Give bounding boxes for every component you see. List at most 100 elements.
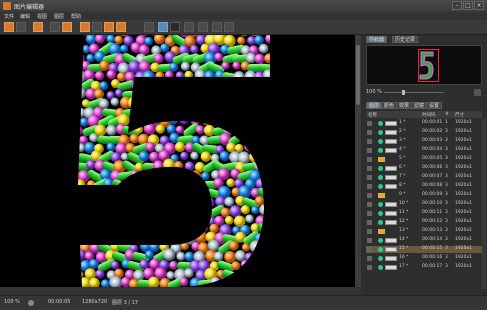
layer-row[interactable]: 8 * 00:00:08 3 1920x1 (366, 183, 482, 190)
zoom-slider[interactable] (384, 92, 444, 93)
visibility-checkbox[interactable] (367, 148, 372, 153)
brush-icon[interactable] (144, 22, 154, 32)
layer-count: 3 (445, 255, 448, 260)
candy-ball (94, 71, 105, 81)
layer-count: 3 (445, 174, 448, 179)
layer-count: 3 (445, 210, 448, 215)
tab-effects[interactable]: 效果 (396, 102, 413, 109)
visibility-checkbox[interactable] (367, 193, 372, 198)
visibility-checkbox[interactable] (367, 265, 372, 270)
window-title: 图片编辑器 (14, 4, 45, 11)
layer-folder-row[interactable]: 5 * 00:00:05 3 1920x1 (366, 156, 482, 163)
new-icon[interactable] (4, 22, 14, 32)
layer-row[interactable]: 6 * 00:00:06 3 1920x1 (366, 165, 482, 172)
fit-view-icon[interactable] (474, 89, 481, 96)
maximize-button[interactable]: □ (463, 1, 473, 10)
candy-number-five-image (0, 35, 355, 287)
visibility-checkbox[interactable] (367, 184, 372, 189)
grid-icon[interactable] (92, 22, 102, 32)
image-canvas[interactable] (0, 35, 355, 287)
layer-row[interactable]: 16 * 00:00:16 3 1920x1 (366, 255, 482, 262)
layer-thumbnail (385, 184, 397, 189)
navigator-preview[interactable] (366, 45, 482, 85)
zoom-value: 100 % (366, 89, 382, 95)
layer-row[interactable]: 3 * 00:00:03 3 1920x1 (366, 138, 482, 145)
layer-row[interactable]: 10 * 00:00:10 3 1920x1 (366, 201, 482, 208)
layer-count: 3 (445, 129, 448, 134)
layers-icon[interactable] (104, 22, 114, 32)
visibility-checkbox[interactable] (367, 211, 372, 216)
candy-ball (166, 124, 176, 134)
candy-ball (99, 81, 109, 91)
layer-list-header: 名称 时间码 # 尺寸 (366, 111, 482, 118)
layer-folder-row[interactable]: 9 * 00:00:09 3 1920x1 (366, 192, 482, 199)
open-icon[interactable] (16, 22, 26, 32)
redo-icon[interactable] (224, 22, 234, 32)
crop-icon[interactable] (50, 22, 60, 32)
visibility-checkbox[interactable] (367, 238, 372, 243)
col-count: # (445, 112, 449, 117)
tab-layers[interactable]: 图层 (366, 102, 383, 109)
save-icon[interactable] (33, 22, 43, 32)
scrollbar-thumb[interactable] (356, 45, 360, 105)
canvas-horizontal-scrollbar[interactable] (0, 287, 361, 295)
layer-row[interactable]: 4 * 00:00:04 3 1920x1 (366, 147, 482, 154)
layer-folder-row[interactable]: 13 * 00:00:13 3 1920x1 (366, 228, 482, 235)
minimize-button[interactable]: – (452, 1, 462, 10)
candy-ball (221, 61, 230, 70)
select-icon[interactable] (184, 22, 194, 32)
layer-time: 00:00:17 (422, 264, 443, 269)
menu-layer[interactable]: 图层 (54, 13, 64, 20)
tab-navigator[interactable]: 导航器 (366, 36, 388, 43)
menu-edit[interactable]: 编辑 (20, 13, 30, 20)
visibility-checkbox[interactable] (367, 256, 372, 261)
undo-icon[interactable] (212, 22, 222, 32)
tab-colors[interactable]: 颜色 (381, 102, 398, 109)
layer-time: 00:00:01 (422, 120, 443, 125)
menu-view[interactable]: 视图 (37, 13, 47, 20)
visibility-checkbox[interactable] (367, 139, 372, 144)
tab-settings[interactable]: 设置 (426, 102, 443, 109)
rotate-icon[interactable] (62, 22, 72, 32)
menu-file[interactable]: 文件 (4, 13, 14, 20)
visibility-checkbox[interactable] (367, 166, 372, 171)
visibility-checkbox[interactable] (367, 202, 372, 207)
candy-ball (106, 142, 116, 152)
visibility-checkbox[interactable] (367, 157, 372, 162)
visibility-checkbox[interactable] (367, 121, 372, 126)
layer-row[interactable]: 15 * 00:00:15 3 1920x1 (366, 246, 482, 253)
layer-row[interactable]: 17 * 00:00:17 3 1920x1 (366, 264, 482, 271)
candy-ball (160, 43, 170, 53)
visibility-checkbox[interactable] (367, 130, 372, 135)
layer-row[interactable]: 11 * 00:00:11 3 1920x1 (366, 210, 482, 217)
layer-time: 00:00:11 (422, 210, 443, 215)
status-bar: 100 % 00:00:05 1280x720 图层 3 / 17 (0, 295, 487, 310)
tab-history[interactable]: 历史记录 (392, 36, 419, 43)
candy-ball (86, 53, 95, 63)
layer-name: 15 * (399, 246, 409, 251)
close-button[interactable]: × (474, 1, 484, 10)
text-icon[interactable] (170, 22, 180, 32)
zoom-slider-handle[interactable] (402, 90, 405, 95)
visibility-checkbox[interactable] (367, 247, 372, 252)
layer-row[interactable]: 14 * 00:00:14 3 1920x1 (366, 237, 482, 244)
tab-filters[interactable]: 滤镜 (411, 102, 428, 109)
eraser-icon[interactable] (158, 22, 168, 32)
visibility-checkbox[interactable] (367, 220, 372, 225)
navigator-viewport-rect[interactable] (418, 49, 439, 82)
candy-ball (224, 215, 234, 225)
layer-row[interactable]: 7 * 00:00:07 3 1920x1 (366, 174, 482, 181)
layer-row[interactable]: 2 * 00:00:02 3 1920x1 (366, 129, 482, 136)
menu-help[interactable]: 帮助 (71, 13, 81, 20)
visibility-checkbox[interactable] (367, 229, 372, 234)
layer-count: 3 (445, 237, 448, 242)
zoom-icon[interactable] (116, 22, 126, 32)
flip-icon[interactable] (80, 22, 90, 32)
layer-row[interactable]: 12 * 00:00:12 3 1920x1 (366, 219, 482, 226)
move-icon[interactable] (198, 22, 208, 32)
col-time: 时间码 (422, 113, 436, 118)
layer-row[interactable]: 1 * 00:00:01 1 1920x1 (366, 120, 482, 127)
layer-time: 00:00:16 (422, 255, 443, 260)
layer-list-scrollbar[interactable] (482, 119, 486, 289)
visibility-checkbox[interactable] (367, 175, 372, 180)
